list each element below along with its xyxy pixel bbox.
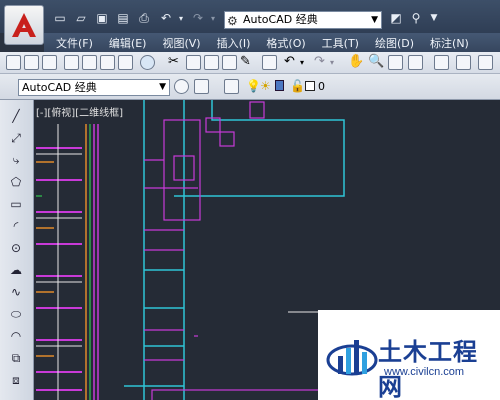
tool-palettes-icon[interactable] xyxy=(478,55,493,70)
construction-line-icon[interactable]: ⤢ xyxy=(8,130,24,146)
gear-icon: ⚙ xyxy=(227,14,238,28)
print-icon[interactable]: ⎙ xyxy=(136,10,152,26)
open-icon[interactable]: ▱ xyxy=(73,10,89,26)
3d-dwf-icon[interactable] xyxy=(118,55,133,70)
draw-toolbar: ╱ ⤢ ⤷ ⬠ ▭ ◜ ⊙ ☁ ∿ ⬭ ◠ ⧉ ⧈ xyxy=(0,100,34,400)
save-as-icon[interactable]: ▤ xyxy=(115,10,131,26)
watermark: 土木工程网 www.civilcn.com xyxy=(318,310,500,400)
menu-format[interactable]: 格式(O) xyxy=(266,35,305,51)
undo-icon[interactable]: ↶ xyxy=(158,10,174,26)
viewport-controls-label[interactable]: [-][俯视][二维线框] xyxy=(36,104,123,119)
title-bar: ▭ ▱ ▣ ▤ ⎙ ↶ ▾ ↷ ▾ ⚙ AutoCAD 经典 ▼ ◩ ⚲ ▼ xyxy=(0,0,500,33)
redo-tb-chevron-icon[interactable]: ▾ xyxy=(330,58,345,73)
block-editor-icon[interactable] xyxy=(262,55,277,70)
watermark-logo-icon xyxy=(326,340,378,376)
autocad-logo-icon xyxy=(12,13,36,37)
ellipse-icon[interactable]: ⬭ xyxy=(8,306,24,322)
rectangle-icon[interactable]: ▭ xyxy=(8,196,24,212)
paste-icon[interactable] xyxy=(204,55,219,70)
zoom-realtime-icon[interactable]: 🔍 xyxy=(368,54,384,69)
insert-block-icon[interactable]: ⧉ xyxy=(8,350,24,366)
menu-draw[interactable]: 绘图(D) xyxy=(375,35,414,51)
redo-icon[interactable]: ↷ xyxy=(190,10,206,26)
zoom-previous-icon[interactable] xyxy=(408,55,423,70)
arc-icon[interactable]: ◜ xyxy=(8,218,24,234)
undo-tb-chevron-icon[interactable]: ▾ xyxy=(300,58,315,73)
layer-properties-icon[interactable] xyxy=(224,79,239,94)
customize-chevron-icon[interactable]: ▼ xyxy=(426,10,442,26)
menu-file[interactable]: 文件(F) xyxy=(56,35,93,51)
viewport-freeze-icon[interactable] xyxy=(275,80,284,91)
layer-states-icon[interactable]: ◩ xyxy=(388,10,404,26)
save-file-icon[interactable] xyxy=(42,55,57,70)
workspace-select[interactable]: AutoCAD 经典 ▼ xyxy=(18,79,170,96)
menu-dimension[interactable]: 标注(N) xyxy=(430,35,469,51)
layer-color-swatch xyxy=(305,81,315,91)
undo-tb-icon[interactable]: ↶ xyxy=(284,54,299,69)
sun-icon[interactable]: ☀ xyxy=(260,79,271,93)
lightbulb-icon[interactable]: 💡 xyxy=(246,79,261,93)
workspace-select-value: AutoCAD 经典 xyxy=(22,81,97,94)
open-file-icon[interactable] xyxy=(24,55,39,70)
pan-icon[interactable]: ✋ xyxy=(348,54,364,69)
workspace-dropdown[interactable]: ⚙ AutoCAD 经典 ▼ xyxy=(224,11,382,29)
zoom-window-icon[interactable] xyxy=(388,55,403,70)
menu-insert[interactable]: 插入(I) xyxy=(217,35,251,51)
polyline-icon[interactable]: ⤷ xyxy=(8,152,24,168)
match-properties-icon[interactable]: ⚲ xyxy=(408,10,424,26)
circle-icon[interactable]: ⊙ xyxy=(8,240,24,256)
new-icon[interactable]: ▭ xyxy=(52,10,68,26)
redo-tb-icon[interactable]: ↷ xyxy=(314,54,329,69)
chevron-down-icon: ▼ xyxy=(371,15,378,25)
qnew-icon[interactable] xyxy=(6,55,21,70)
copy-icon[interactable] xyxy=(186,55,201,70)
redo-dropdown-icon[interactable]: ▾ xyxy=(205,10,221,26)
save-icon[interactable]: ▣ xyxy=(94,10,110,26)
menu-view[interactable]: 视图(V) xyxy=(162,35,200,51)
cut-icon[interactable]: ✂ xyxy=(168,54,183,69)
workspace-settings-icon[interactable] xyxy=(174,79,189,94)
plot-preview-icon[interactable] xyxy=(82,55,97,70)
layer-name[interactable]: 0 xyxy=(318,80,325,93)
match-brush-icon[interactable]: ✎ xyxy=(240,54,255,69)
make-block-icon[interactable]: ⧈ xyxy=(8,372,24,388)
undo-dropdown-icon[interactable]: ▾ xyxy=(173,10,189,26)
application-menu-button[interactable] xyxy=(4,5,44,45)
properties-icon[interactable] xyxy=(434,55,449,70)
design-center-icon[interactable] xyxy=(456,55,471,70)
lock-icon[interactable]: 🔓 xyxy=(290,79,305,93)
spline-icon[interactable]: ∿ xyxy=(8,284,24,300)
standard-toolbar: ✂ ✎ ↶ ▾ ↷ ▾ ✋ 🔍 xyxy=(0,52,500,74)
ellipse-arc-icon[interactable]: ◠ xyxy=(8,328,24,344)
menu-bar: 文件(F) 编辑(E) 视图(V) 插入(I) 格式(O) 工具(T) 绘图(D… xyxy=(44,33,500,52)
chevron-down-icon: ▼ xyxy=(159,82,166,92)
publish-icon[interactable] xyxy=(100,55,115,70)
menu-tools[interactable]: 工具(T) xyxy=(322,35,359,51)
workspace-save-icon[interactable] xyxy=(194,79,209,94)
plot-icon[interactable] xyxy=(64,55,79,70)
workspaces-layers-toolbar: AutoCAD 经典 ▼ 💡 ☀ 🔓 0 xyxy=(0,74,500,100)
workspace-dropdown-value: AutoCAD 经典 xyxy=(243,13,318,26)
revision-cloud-icon[interactable]: ☁ xyxy=(8,262,24,278)
polygon-icon[interactable]: ⬠ xyxy=(8,174,24,190)
watermark-url: www.civilcn.com xyxy=(384,366,465,378)
line-icon[interactable]: ╱ xyxy=(8,108,24,124)
menu-edit[interactable]: 编辑(E) xyxy=(109,35,147,51)
globe-icon[interactable] xyxy=(140,55,155,70)
paste-special-icon[interactable] xyxy=(222,55,237,70)
